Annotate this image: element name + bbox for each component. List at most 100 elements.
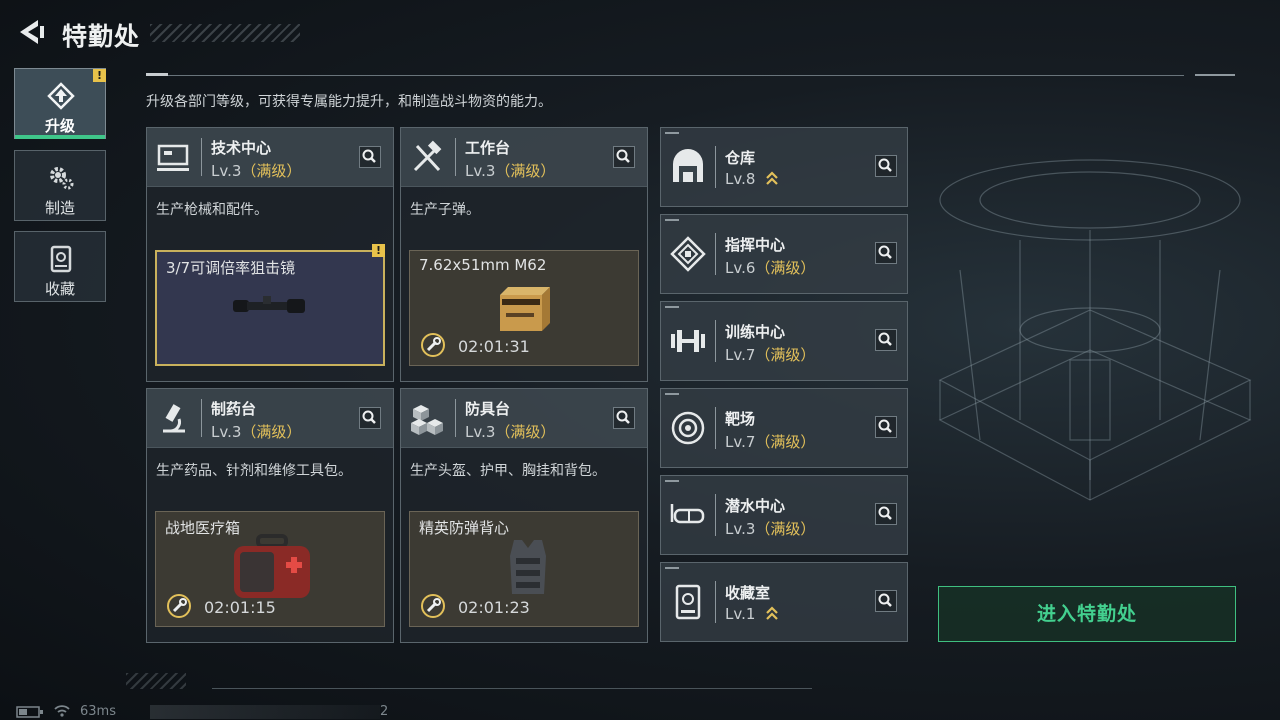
search-icon: [362, 410, 376, 424]
status-count: 2: [380, 704, 389, 719]
separator: [715, 320, 716, 362]
max-level-tag: （满级）: [755, 520, 816, 538]
search-button[interactable]: [359, 407, 381, 429]
microscope-icon: [163, 404, 185, 433]
room-name: 收藏室: [725, 584, 771, 602]
level-value: Lv.1: [725, 605, 756, 623]
room-level: Lv.6（满级）: [725, 257, 815, 278]
search-button[interactable]: [875, 590, 897, 612]
level-value: Lv.3: [725, 520, 756, 538]
nav-collection[interactable]: 收藏: [14, 231, 106, 302]
max-level-tag: （满级）: [755, 259, 816, 277]
facility-blueprint-image: [938, 159, 1252, 501]
card-description: 生产头盔、护甲、胸挂和背包。: [410, 463, 606, 479]
search-button[interactable]: [613, 407, 635, 429]
search-button[interactable]: [875, 155, 897, 177]
separator: [715, 581, 716, 623]
room-name: 仓库: [725, 149, 756, 167]
separator: [715, 494, 716, 536]
footer-divider: [212, 688, 812, 689]
level-value: Lv.3: [211, 162, 242, 180]
scope-image: [233, 296, 305, 313]
divider-accent: [146, 73, 168, 76]
monitor-icon: [157, 144, 189, 171]
title-hatch-decoration: [150, 24, 300, 42]
card-header: 技术中心 Lv.3（满级）: [147, 128, 393, 187]
timer-wrench-icon: [421, 594, 445, 618]
production-slot[interactable]: 战地医疗箱 02:01:15: [155, 511, 385, 627]
corner-tick: [665, 219, 679, 221]
search-button[interactable]: [875, 329, 897, 351]
production-slot[interactable]: 精英防弹背心 02:01:23: [409, 511, 639, 627]
timer-wrench-icon: [421, 333, 445, 357]
room-shooting-range[interactable]: 靶场 Lv.7（满级）: [660, 388, 908, 468]
warning-badge: !: [372, 244, 385, 257]
search-icon: [878, 245, 892, 259]
tools-icon: [413, 140, 442, 172]
goggles-icon: [670, 504, 705, 524]
nav-upgrade[interactable]: 升级 !: [14, 68, 106, 139]
room-training-center[interactable]: 训练中心 Lv.7（满级）: [660, 301, 908, 381]
room-name: 靶场: [725, 410, 756, 428]
divider: [146, 75, 1184, 76]
enter-special-ops-button[interactable]: 进入特勤处: [938, 586, 1236, 642]
card-workbench[interactable]: 工作台 Lv.3（满级） 生产子弹。 7.62x51mm M62 02:01:3…: [400, 127, 648, 382]
collection-room-icon: [675, 584, 701, 620]
target-icon: [671, 411, 705, 445]
item-name: 精英防弹背心: [419, 519, 510, 537]
status-bar-panel: [150, 705, 380, 719]
upgrade-available-icon: [766, 171, 778, 185]
separator: [201, 138, 202, 176]
search-icon: [878, 158, 892, 172]
level-value: Lv.8: [725, 170, 756, 188]
search-button[interactable]: [613, 146, 635, 168]
level-value: Lv.6: [725, 259, 756, 277]
warning-badge: !: [93, 69, 106, 82]
card-level: Lv.3（满级）: [465, 421, 555, 442]
room-level: Lv.7（满级）: [725, 344, 815, 365]
back-arrow-icon: [20, 20, 44, 44]
separator: [715, 407, 716, 449]
nav-craft[interactable]: 制造: [14, 150, 106, 221]
search-button[interactable]: [875, 416, 897, 438]
card-tech-center[interactable]: 技术中心 Lv.3（满级） 生产枪械和配件。 3/7可调倍率狙击镜 !: [146, 127, 394, 382]
separator: [715, 233, 716, 275]
max-level-tag: （满级）: [755, 346, 816, 364]
room-warehouse[interactable]: 仓库 Lv.8: [660, 127, 908, 207]
active-indicator: [15, 135, 105, 139]
level-value: Lv.7: [725, 346, 756, 364]
room-collection[interactable]: 收藏室 Lv.1: [660, 562, 908, 642]
room-level: Lv.1: [725, 605, 779, 623]
collection-icon: [50, 245, 72, 273]
room-command-center[interactable]: 指挥中心 Lv.6（满级）: [660, 214, 908, 294]
card-pharmacy[interactable]: 制药台 Lv.3（满级） 生产药品、针剂和维修工具包。 战地医疗箱 02:01:…: [146, 388, 394, 643]
card-level: Lv.3（满级）: [211, 421, 301, 442]
corner-tick: [665, 480, 679, 482]
armor-cubes-icon: [411, 405, 443, 435]
corner-tick: [665, 393, 679, 395]
production-timer: 02:01:31: [458, 337, 530, 356]
item-name: 7.62x51mm M62: [419, 256, 547, 274]
back-button[interactable]: [16, 17, 46, 47]
search-button[interactable]: [875, 242, 897, 264]
search-icon: [616, 149, 630, 163]
gear-icon: [50, 167, 74, 190]
corner-tick: [665, 567, 679, 569]
divider-accent-right: [1195, 74, 1235, 76]
room-name: 潜水中心: [725, 497, 786, 515]
level-value: Lv.3: [465, 162, 496, 180]
card-name: 制药台: [211, 400, 257, 418]
warehouse-icon: [673, 149, 703, 182]
card-header: 制药台 Lv.3（满级）: [147, 389, 393, 448]
page-title: 特勤处: [62, 22, 141, 51]
production-slot[interactable]: 7.62x51mm M62 02:01:31: [409, 250, 639, 366]
card-armor[interactable]: 防具台 Lv.3（满级） 生产头盔、护甲、胸挂和背包。 精英防弹背心 02:01…: [400, 388, 648, 643]
search-button[interactable]: [359, 146, 381, 168]
production-slot[interactable]: 3/7可调倍率狙击镜 !: [155, 244, 385, 366]
room-diving-center[interactable]: 潜水中心 Lv.3（满级）: [660, 475, 908, 555]
page-description: 升级各部门等级，可获得专属能力提升，和制造战斗物资的能力。: [146, 94, 552, 110]
production-timer: 02:01:23: [458, 598, 530, 617]
upgrade-icon: [47, 82, 75, 110]
chip-icon: [670, 236, 706, 272]
search-button[interactable]: [875, 503, 897, 525]
